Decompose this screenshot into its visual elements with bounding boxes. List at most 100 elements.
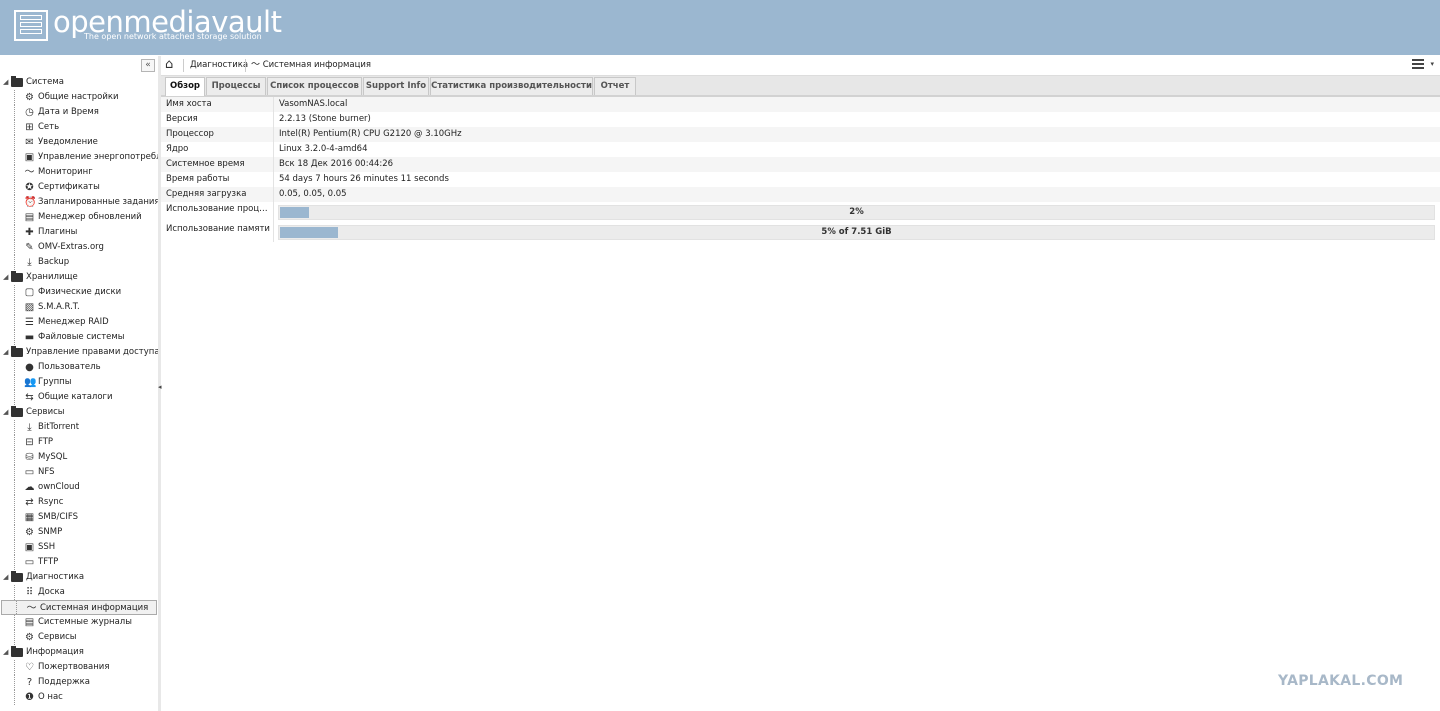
breadcrumb-item-current[interactable]: 〜 Системная информация: [251, 56, 371, 75]
sidebar-item[interactable]: ✚ Плагины: [0, 225, 158, 240]
tab-overview[interactable]: Обзор: [165, 77, 205, 96]
sidebar-section[interactable]: ◢ Хранилище: [0, 270, 158, 285]
sidebar-item-label: ownCloud: [38, 482, 80, 492]
tree-line: [14, 120, 15, 135]
sidebar-item-icon: ▤: [24, 212, 35, 223]
tree-line: [14, 675, 15, 690]
tree-line: [16, 601, 17, 614]
sidebar-item-label: Rsync: [38, 497, 64, 507]
row-key: Средняя загрузка: [166, 189, 247, 199]
sidebar-item[interactable]: ✎ OMV-Extras.org: [0, 240, 158, 255]
splitter-arrow-icon[interactable]: ◂: [158, 383, 162, 391]
tree-line: [14, 390, 15, 405]
sidebar-item[interactable]: ⤓ BitTorrent: [0, 420, 158, 435]
sidebar-section[interactable]: ◢ Система: [0, 75, 158, 90]
caret-down-icon[interactable]: ◢: [3, 570, 8, 585]
tab-support-info[interactable]: Support Info: [363, 77, 429, 95]
tab-report[interactable]: Отчет: [594, 77, 636, 95]
sidebar-item-icon: ▣: [24, 152, 35, 163]
sidebar-item-label: Менеджер обновлений: [38, 212, 142, 222]
sidebar-item[interactable]: ⊟ FTP: [0, 435, 158, 450]
sidebar-item[interactable]: ✪ Сертификаты: [0, 180, 158, 195]
sidebar-item-icon: ☰: [25, 317, 34, 328]
sidebar-item-label: NFS: [38, 467, 55, 477]
sidebar-item-label: Доска: [38, 587, 65, 597]
chevron-down-icon[interactable]: ▾: [1430, 60, 1434, 68]
sidebar-section-label: Управление правами доступа: [26, 347, 158, 357]
sidebar-item[interactable]: ⊞ Сеть: [0, 120, 158, 135]
tree-line: [14, 420, 15, 435]
tree-line: [14, 360, 15, 375]
sidebar-item[interactable]: ▭ NFS: [0, 465, 158, 480]
sidebar-item[interactable]: ▢ Физические диски: [0, 285, 158, 300]
tree-line: [14, 330, 15, 345]
sidebar-item[interactable]: ▣ SSH: [0, 540, 158, 555]
sidebar-item[interactable]: ☁ ownCloud: [0, 480, 158, 495]
sidebar-item[interactable]: ⤓ Backup: [0, 255, 158, 270]
row-value: VasomNAS.local: [279, 99, 348, 109]
chart-line-icon: 〜: [251, 60, 261, 70]
sidebar-item[interactable]: ▦ SMB/CIFS: [0, 510, 158, 525]
sidebar-item-label: Системные журналы: [38, 617, 132, 627]
sidebar-item[interactable]: ● Пользователь: [0, 360, 158, 375]
breadcrumb-item-label: Системная информация: [262, 60, 372, 70]
sidebar-section-label: Сервисы: [26, 407, 65, 417]
sidebar-item[interactable]: ✉ Уведомление: [0, 135, 158, 150]
sidebar-item[interactable]: ❶ О нас: [0, 690, 158, 705]
sidebar-item[interactable]: ▬ Файловые системы: [0, 330, 158, 345]
caret-down-icon[interactable]: ◢: [3, 270, 8, 285]
sidebar-item[interactable]: ⇆ Общие каталоги: [0, 390, 158, 405]
sidebar-item[interactable]: ⇄ Rsync: [0, 495, 158, 510]
caret-down-icon[interactable]: ◢: [3, 345, 8, 360]
tab-processes[interactable]: Процессы: [206, 77, 266, 95]
collapse-sidebar-button[interactable]: «: [141, 59, 155, 72]
sidebar-item[interactable]: ♡ Пожертвования: [0, 660, 158, 675]
sidebar-item[interactable]: ◷ Дата и Время: [0, 105, 158, 120]
memory-usage-progress: 5% of 7.51 GiB: [278, 225, 1435, 240]
sidebar-item[interactable]: ▤ Менеджер обновлений: [0, 210, 158, 225]
breadcrumb-item-diagnostics[interactable]: Диагностика: [190, 56, 248, 75]
tree-line: [14, 255, 15, 270]
sidebar-item-icon: ⛁: [25, 452, 34, 463]
sidebar-item[interactable]: ⏰ Запланированные задания: [0, 195, 158, 210]
home-icon[interactable]: ⌂: [165, 58, 179, 72]
tab-bar: Обзор Процессы Список процессов Support …: [161, 76, 1440, 98]
tree-line: [14, 480, 15, 495]
sidebar-item-icon: ⊞: [25, 122, 34, 133]
folder-icon: [11, 406, 23, 417]
sidebar-item[interactable]: ▤ Системные журналы: [0, 615, 158, 630]
sidebar-item[interactable]: 👥 Группы: [0, 375, 158, 390]
tree-line: [14, 555, 15, 570]
caret-down-icon[interactable]: ◢: [3, 645, 8, 660]
caret-down-icon[interactable]: ◢: [3, 405, 8, 420]
sidebar-item[interactable]: ⛁ MySQL: [0, 450, 158, 465]
sidebar-section[interactable]: ◢ Управление правами доступа: [0, 345, 158, 360]
sidebar-section[interactable]: ◢ Сервисы: [0, 405, 158, 420]
sidebar-item-label: BitTorrent: [38, 422, 80, 432]
tab-process-list[interactable]: Список процессов: [267, 77, 362, 95]
tree-line: [14, 465, 15, 480]
menu-icon[interactable]: [1412, 59, 1424, 71]
app-subtitle: The open network attached storage soluti…: [84, 32, 262, 41]
sidebar-section[interactable]: ◢ Диагностика: [0, 570, 158, 585]
sidebar-item-icon: ⚙: [25, 92, 34, 103]
sidebar-item-label: Сертификаты: [38, 182, 100, 192]
sidebar-item[interactable]: ⚙ Общие настройки: [0, 90, 158, 105]
sidebar-item[interactable]: ⚙ SNMP: [0, 525, 158, 540]
sidebar-item[interactable]: 〜 Мониторинг: [0, 165, 158, 180]
sidebar-item[interactable]: ▭ TFTP: [0, 555, 158, 570]
tree-line: [14, 180, 15, 195]
sidebar-section[interactable]: ◢ Информация: [0, 645, 158, 660]
sidebar-item[interactable]: 〜 Системная информация: [1, 600, 157, 615]
tree-line: [14, 615, 15, 630]
sidebar-item[interactable]: ⠿ Доска: [0, 585, 158, 600]
sidebar-item-label: Пожертвования: [38, 662, 110, 672]
tab-performance-stats[interactable]: Статистика производительности: [430, 77, 593, 95]
sidebar-item[interactable]: ▣Управление энергопотреблением: [0, 150, 158, 165]
sidebar-item[interactable]: ⚙ Сервисы: [0, 630, 158, 645]
caret-down-icon[interactable]: ◢: [3, 75, 8, 90]
sidebar-item[interactable]: ▨ S.M.A.R.T.: [0, 300, 158, 315]
sidebar-item-label: S.M.A.R.T.: [38, 302, 80, 312]
sidebar-item[interactable]: ☰ Менеджер RAID: [0, 315, 158, 330]
sidebar-item[interactable]: ? Поддержка: [0, 675, 158, 690]
